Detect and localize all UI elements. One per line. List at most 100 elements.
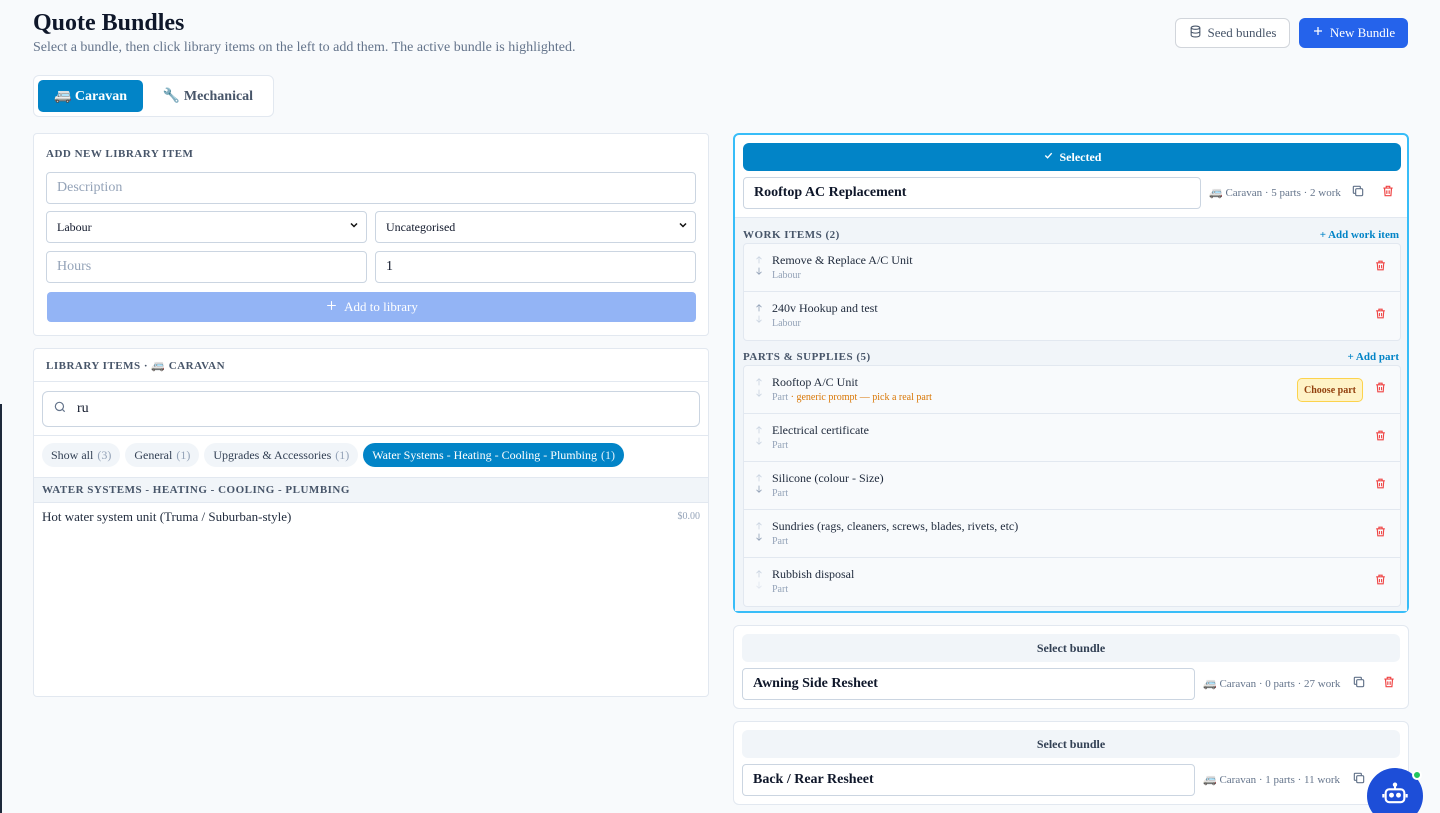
tab-mechanical[interactable]: 🔧 Mechanical [149,80,267,112]
seed-bundles-button[interactable]: Seed bundles [1175,18,1290,48]
add-to-library-label: Add to library [344,299,418,314]
bundle-name-input[interactable]: Awning Side Resheet [742,668,1195,700]
delete-bundle-button[interactable] [1381,676,1397,692]
arrow-up-icon [756,304,762,312]
generic-part-warning: · generic prompt — pick a real part [790,392,932,403]
reorder-arrows[interactable] [754,303,764,324]
add-work-item-link[interactable]: + Add work item [1320,229,1399,241]
trash-icon [1374,429,1387,447]
reorder-arrows[interactable] [754,425,764,446]
library-search-input[interactable]: ru [42,391,700,427]
chevron-down-icon [677,219,689,235]
library-group-header: WATER SYSTEMS - HEATING - COOLING - PLUM… [34,477,708,503]
bundle-meta: 🚐 Caravan · 5 parts · 2 work [1209,187,1341,199]
arrow-down-icon [756,389,762,397]
chip-upgrades-accessories[interactable]: Upgrades & Accessories (1) [204,443,359,467]
list-item: Electrical certificate Part [744,414,1400,462]
trash-icon [1374,573,1387,591]
parts-list: Rooftop A/C Unit Part · generic prompt —… [743,365,1401,607]
arrow-up-icon [756,474,762,482]
selected-bundle-bar[interactable]: Selected [743,143,1401,171]
trash-icon [1382,675,1396,694]
category-tabs: 🚐 Caravan 🔧 Mechanical [33,75,274,117]
add-to-library-button[interactable]: Add to library [47,292,696,322]
category-select[interactable]: Uncategorised [375,211,696,243]
item-title: Silicone (colour - Size) [772,471,884,485]
item-type-label: Part [772,392,789,403]
check-icon [1043,150,1054,165]
chip-water-systems[interactable]: Water Systems - Heating - Cooling - Plum… [363,443,624,467]
duplicate-bundle-button[interactable] [1351,772,1367,788]
reorder-arrows[interactable] [754,521,764,542]
choose-part-button[interactable]: Choose part [1297,378,1363,402]
item-title: Remove & Replace A/C Unit [772,253,913,267]
item-type: Labour [772,270,801,281]
trash-icon [1374,525,1387,543]
list-item: Remove & Replace A/C Unit Labour [744,244,1400,292]
delete-item-button[interactable] [1372,526,1388,542]
trash-icon [1374,307,1387,325]
delete-item-button[interactable] [1372,260,1388,276]
item-type-value: Labour [57,219,92,234]
category-value: Uncategorised [386,219,456,234]
duplicate-bundle-button[interactable] [1350,185,1366,201]
item-type: Part [772,536,789,547]
add-part-link[interactable]: + Add part [1347,351,1399,363]
delete-item-button[interactable] [1372,382,1388,398]
reorder-arrows[interactable] [754,569,764,590]
arrow-up-icon [756,426,762,434]
tab-caravan[interactable]: 🚐 Caravan [38,80,143,112]
trash-icon [1374,259,1387,277]
window-edge [0,404,2,813]
item-title: Sundries (rags, cleaners, screws, blades… [772,519,1019,533]
page-subtitle: Select a bundle, then click library item… [33,40,576,55]
new-bundle-button[interactable]: New Bundle [1299,18,1408,48]
bundle-name-input[interactable]: Back / Rear Resheet [742,764,1195,796]
chip-general[interactable]: General (1) [125,443,200,467]
robot-icon [1381,780,1409,813]
description-input[interactable]: Description [46,172,696,204]
reorder-arrows[interactable] [754,255,764,276]
bundle-meta: 🚐 Caravan · 1 parts · 11 work [1203,774,1341,786]
page-header: Quote Bundles Select a bundle, then clic… [33,8,576,56]
list-item: Sundries (rags, cleaners, screws, blades… [744,510,1400,558]
library-item[interactable]: Hot water system unit (Truma / Suburban-… [42,509,700,525]
item-type: Labour [772,318,801,329]
chip-label: General [134,447,173,462]
work-items-list: Remove & Replace A/C Unit Labour 240v Ho… [743,243,1401,341]
library-item-name: Hot water system unit (Truma / Suburban-… [42,509,292,524]
filter-chips: Show all (3) General (1) Upgrades & Access… [42,443,624,467]
library-item-price: $0.00 [677,511,701,522]
duplicate-bundle-button[interactable] [1351,676,1367,692]
delete-item-button[interactable] [1372,308,1388,324]
chip-show-all[interactable]: Show all (3) [42,443,121,467]
delete-bundle-button[interactable] [1380,185,1396,201]
quantity-input[interactable]: 1 [375,251,696,283]
seed-bundles-label: Seed bundles [1207,25,1277,40]
trash-icon [1381,184,1395,203]
chip-label: Water Systems - Heating - Cooling - Plum… [372,447,597,462]
item-type-select[interactable]: Labour [46,211,367,243]
divider [34,381,708,382]
add-library-item-panel: ADD NEW LIBRARY ITEM Description Labour … [33,133,709,336]
selected-label: Selected [1059,149,1102,164]
page-title: Quote Bundles [33,10,185,36]
select-bundle-button[interactable]: Select bundle [742,730,1400,758]
reorder-arrows[interactable] [754,377,764,398]
arrow-down-icon [756,315,762,323]
chip-label: Show all [51,447,94,462]
delete-item-button[interactable] [1372,430,1388,446]
arrow-down-icon [756,437,762,445]
reorder-arrows[interactable] [754,473,764,494]
arrow-down-icon [756,485,762,493]
delete-item-button[interactable] [1372,478,1388,494]
list-item: Rooftop A/C Unit Part · generic prompt —… [744,366,1400,414]
item-type: Part [772,440,789,451]
work-items-title: WORK ITEMS (2) [743,229,840,241]
delete-item-button[interactable] [1372,574,1388,590]
bundle-name-input[interactable]: Rooftop AC Replacement [743,177,1201,209]
hours-input[interactable]: Hours [46,251,367,283]
bundle-contents: WORK ITEMS (2) + Add work item Remove & … [735,217,1407,611]
plus-icon [1312,25,1324,41]
select-bundle-button[interactable]: Select bundle [742,634,1400,662]
